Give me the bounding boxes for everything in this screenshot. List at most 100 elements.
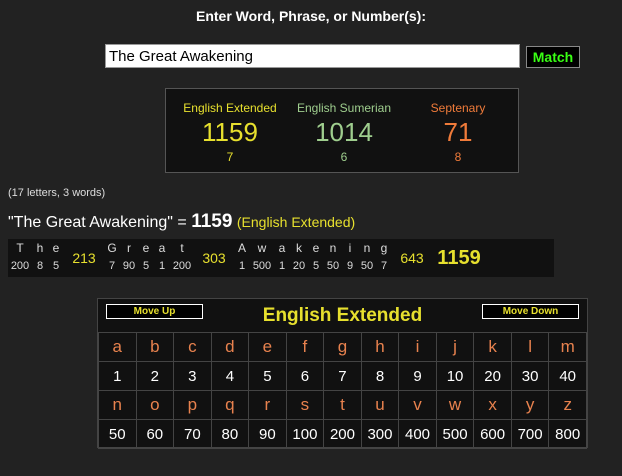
cipher-value: 8 <box>360 361 400 391</box>
cipher-value: 600 <box>473 419 512 449</box>
summary-line: "The Great Awakening" = 1159 (English Ex… <box>8 211 355 233</box>
cipher-letter: b <box>135 332 175 362</box>
summary-phrase: "The Great Awakening" <box>8 214 173 231</box>
cipher-value: 50 <box>98 419 137 449</box>
result-value: 71 <box>443 117 473 147</box>
breakdown-letter: k 20 <box>290 239 308 277</box>
cipher-value: 7 <box>323 361 362 391</box>
breakdown-char-value: 90 <box>122 260 136 272</box>
cipher-value: 6 <box>285 361 325 391</box>
cipher-letter: s <box>285 390 325 420</box>
cipher-value: 800 <box>548 419 587 449</box>
cipher-letter-row: abcdefghijklm <box>98 332 587 362</box>
cipher-value: 500 <box>435 419 475 449</box>
cipher-letter: i <box>398 332 437 362</box>
cipher-value: 5 <box>248 361 287 391</box>
cipher-title: English Extended <box>262 305 423 326</box>
breakdown-char: a <box>158 241 166 255</box>
breakdown-letter: A1 <box>234 239 250 277</box>
cipher-letter: l <box>510 332 550 362</box>
phrase-input[interactable] <box>105 44 520 68</box>
breakdown-char-value: 8 <box>36 260 44 272</box>
breakdown-char: g <box>380 241 388 255</box>
cipher-value: 300 <box>360 419 400 449</box>
cipher-letter: m <box>548 332 587 362</box>
breakdown-char-value: 200 <box>10 260 30 272</box>
breakdown-letter: e5 <box>48 239 64 277</box>
cipher-letter: p <box>173 390 212 420</box>
breakdown-word-total: 643 <box>400 250 424 266</box>
breakdown-char: A <box>237 241 246 255</box>
cipher-value: 9 <box>398 361 437 391</box>
result-reduction: 8 <box>454 150 462 164</box>
breakdown-letter: G7 <box>104 239 120 277</box>
cipher-letter: u <box>360 390 400 420</box>
breakdown-char-value: 7 <box>380 260 388 272</box>
breakdown-char: e <box>312 241 320 255</box>
cipher-value: 400 <box>398 419 437 449</box>
breakdown-char-value: 50 <box>326 260 340 272</box>
cipher-value: 70 <box>173 419 212 449</box>
breakdown-char-value: 5 <box>142 260 150 272</box>
breakdown-letter: t 200 <box>170 239 194 277</box>
breakdown-char-value: 9 <box>346 260 354 272</box>
result-cipher-name: English Extended <box>183 101 277 115</box>
breakdown-char-value: 1 <box>238 260 246 272</box>
breakdown-char: n <box>329 241 337 255</box>
cipher-letter: x <box>473 390 512 420</box>
cipher-value: 3 <box>173 361 212 391</box>
result-english-sumerian[interactable]: English Sumerian 1014 6 <box>288 101 400 164</box>
breakdown-char: h <box>36 241 44 255</box>
letter-breakdown: T 200 h 8 e 5 213 G 7 r 90 e 5 a 1 t 200 303 A 1 w 500 a 1 k 20 e 5… <box>8 239 554 277</box>
cipher-letter: v <box>398 390 437 420</box>
cipher-letter: e <box>248 332 287 362</box>
cipher-letter: o <box>135 390 175 420</box>
cipher-value: 30 <box>510 361 550 391</box>
summary-equals: = <box>177 214 187 231</box>
breakdown-letter: n 50 <box>324 239 342 277</box>
breakdown-char-value: 7 <box>108 260 116 272</box>
cipher-letter: k <box>473 332 512 362</box>
breakdown-char-value: 5 <box>312 260 320 272</box>
breakdown-letter: T 200 <box>8 239 32 277</box>
cipher-value: 20 <box>473 361 512 391</box>
cipher-letter: c <box>173 332 212 362</box>
result-reduction: 6 <box>340 150 348 164</box>
breakdown-letter: n 50 <box>358 239 376 277</box>
cipher-letter: t <box>323 390 362 420</box>
cipher-grid: a b c d e f g h i j k l m 1 2 3 4 5 6 7 8 9 10 20 30 40 n o p q r s t u v w… <box>98 332 587 449</box>
cipher-value: 100 <box>285 419 325 449</box>
breakdown-letter: g7 <box>376 239 392 277</box>
cipher-letter: y <box>510 390 550 420</box>
breakdown-char: r <box>127 241 131 255</box>
cipher-value: 4 <box>210 361 250 391</box>
breakdown-char: k <box>296 241 302 255</box>
match-button[interactable]: Match <box>526 46 580 68</box>
cipher-value-row: 50 60 70 80 90 100 200 300 400 500 600 700 800 <box>98 419 587 449</box>
breakdown-char: a <box>278 241 286 255</box>
cipher-letter: q <box>210 390 250 420</box>
cipher-letter: j <box>435 332 475 362</box>
result-reduction: 7 <box>226 150 234 164</box>
cipher-value: 40 <box>548 361 587 391</box>
result-septenary[interactable]: Septenary 71 8 <box>412 101 504 164</box>
cipher-letter: n <box>98 390 137 420</box>
breakdown-char: e <box>52 241 60 255</box>
cipher-value: 2 <box>135 361 175 391</box>
cipher-chart: Move Up Move Down English Extended abcde… <box>97 298 588 449</box>
breakdown-letter: r 90 <box>120 239 138 277</box>
breakdown-char: i <box>348 241 352 255</box>
cipher-letter: r <box>248 390 287 420</box>
breakdown-char: G <box>107 241 117 255</box>
result-english-extended[interactable]: English Extended 1159 7 <box>174 101 286 164</box>
cipher-letter: z <box>548 390 587 420</box>
cipher-letter: f <box>285 332 325 362</box>
breakdown-char-value: 20 <box>292 260 306 272</box>
result-cipher-name: English Sumerian <box>296 101 392 115</box>
breakdown-letter: a1 <box>154 239 170 277</box>
cipher-value: 1 <box>98 361 137 391</box>
breakdown-letter: a1 <box>274 239 290 277</box>
cipher-value-row: 1 2 3 4 5 6 7 8 9 10 20 30 40 <box>98 361 587 391</box>
result-value: 1159 <box>202 117 258 147</box>
breakdown-letter: e5 <box>308 239 324 277</box>
